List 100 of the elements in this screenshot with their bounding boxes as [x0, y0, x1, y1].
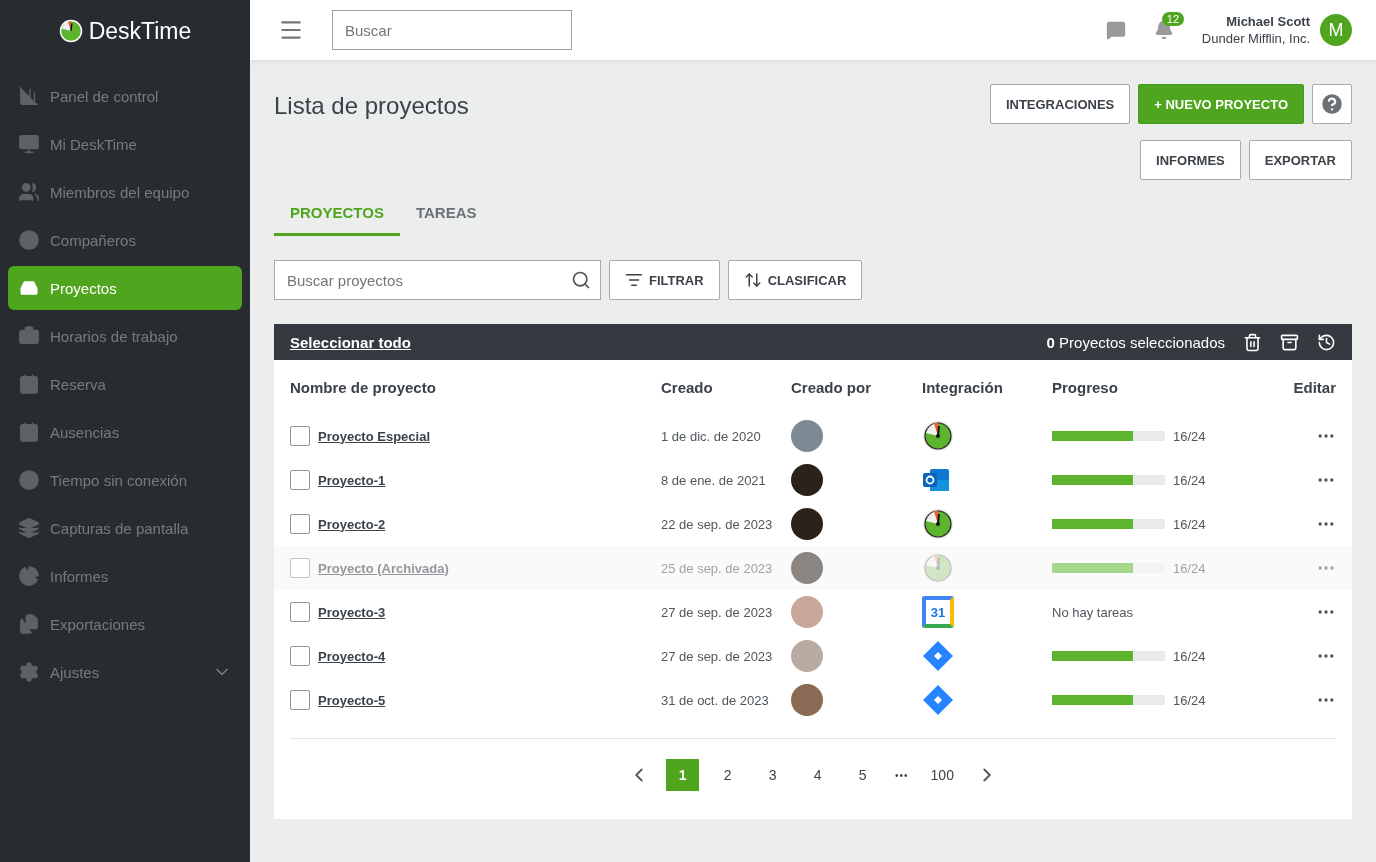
tab[interactable]: PROYECTOS — [274, 192, 400, 236]
project-link[interactable]: Proyecto-5 — [318, 692, 386, 708]
page-button[interactable]: 2 — [711, 759, 745, 791]
selected-count: 0 Proyectos seleccionados — [1046, 333, 1225, 351]
project-link[interactable]: Proyecto-3 — [318, 604, 386, 620]
tab[interactable]: TAREAS — [399, 192, 493, 236]
project-link[interactable]: Proyecto (Archivada) — [318, 560, 449, 576]
toolbar-button[interactable]: EXPORTAR — [1248, 140, 1352, 180]
user-name: Michael Scott — [1226, 13, 1310, 30]
page-button[interactable]: 3 — [756, 759, 790, 791]
archive-icon[interactable] — [1280, 332, 1299, 352]
company-name: Dunder Mifflin, Inc. — [1201, 30, 1310, 47]
notification-count: 12 — [1161, 12, 1185, 26]
sidebar-item[interactable]: Reserva — [8, 362, 242, 406]
project-link[interactable]: Proyecto-2 — [318, 516, 386, 532]
sidebar-item[interactable]: Proyectos — [8, 266, 242, 310]
project-link[interactable]: Proyecto-1 — [318, 472, 386, 488]
progress-count: 16/24 — [1173, 472, 1206, 488]
created-date: 22 de sep. de 2023 — [661, 516, 773, 532]
progress-count: 16/24 — [1173, 516, 1206, 532]
user-avatar[interactable]: M — [1320, 14, 1352, 46]
created-date: 27 de sep. de 2023 — [661, 604, 773, 620]
sort-icon — [743, 271, 762, 289]
history-icon[interactable] — [1317, 332, 1336, 352]
nav-icon — [18, 133, 40, 155]
search-field[interactable]: Buscar — [332, 10, 572, 50]
sort-button[interactable]: CLASIFICAR — [727, 260, 863, 300]
nav-icon — [18, 373, 40, 395]
row-checkbox[interactable] — [290, 470, 310, 490]
sidebar-item[interactable]: Panel de control — [8, 74, 242, 118]
filter-button[interactable]: FILTRAR — [609, 260, 720, 300]
row-checkbox[interactable] — [290, 514, 310, 534]
sidebar-item[interactable]: Ajustes — [8, 650, 242, 694]
nav-icon — [18, 517, 40, 539]
column-header: Integración — [922, 377, 1004, 398]
diamond-icon — [922, 684, 954, 716]
nav-icon — [18, 613, 40, 635]
row-checkbox[interactable] — [290, 602, 310, 622]
integrations-button[interactable]: INTEGRACIONES — [989, 84, 1131, 124]
created-date: 27 de sep. de 2023 — [661, 648, 773, 664]
created-date: 1 de dic. de 2020 — [661, 428, 761, 444]
sidebar-item[interactable]: Horarios de trabajo — [8, 314, 242, 358]
mail-app-icon — [922, 468, 950, 492]
sidebar-item[interactable]: Ausencias — [8, 410, 242, 454]
sidebar-item[interactable]: Exportaciones — [8, 602, 242, 646]
sidebar-item[interactable]: Miembros del equipo — [8, 170, 242, 214]
new-project-button[interactable]: + NUEVO PROYECTO — [1138, 84, 1304, 124]
row-checkbox[interactable] — [290, 690, 310, 710]
page-button[interactable]: 100 — [924, 759, 960, 791]
column-header: Creado — [661, 377, 714, 398]
stopwatch-icon — [922, 552, 954, 584]
nav-icon — [18, 469, 40, 491]
avatar-photo — [791, 596, 823, 628]
stopwatch-icon — [922, 420, 954, 452]
column-header: Editar — [1292, 377, 1336, 398]
row-checkbox[interactable] — [290, 646, 310, 666]
progress-count: 16/24 — [1173, 692, 1206, 708]
nav-icon — [18, 229, 40, 251]
nav-icon — [18, 85, 40, 107]
logo-icon — [58, 19, 83, 43]
more-pages-button[interactable]: ••• — [891, 759, 913, 791]
created-date: 31 de oct. de 2023 — [661, 692, 769, 708]
trash-icon[interactable] — [1243, 332, 1262, 352]
avatar-photo — [791, 552, 823, 584]
progress-count: 16/24 — [1173, 648, 1206, 664]
created-date: 25 de sep. de 2023 — [661, 560, 773, 576]
avatar-photo — [791, 640, 823, 672]
search-icon — [571, 270, 591, 290]
page-button[interactable]: 5 — [846, 759, 880, 791]
diamond-icon — [922, 640, 954, 672]
avatar-photo — [791, 464, 823, 496]
avatar-photo — [791, 508, 823, 540]
nav-icon — [18, 325, 40, 347]
help-button[interactable] — [1312, 84, 1352, 124]
toolbar-button[interactable]: INFORMES — [1140, 140, 1241, 180]
column-header: Nombre de proyecto — [290, 377, 437, 398]
page-button[interactable]: 1 — [666, 759, 700, 791]
filter-icon — [625, 271, 643, 289]
stopwatch-icon — [922, 508, 954, 540]
nav-icon — [18, 661, 40, 683]
sidebar-item[interactable]: Compañeros — [8, 218, 242, 262]
avatar-photo — [791, 684, 823, 716]
project-link[interactable]: Proyecto Especial — [318, 428, 430, 444]
row-checkbox[interactable] — [290, 558, 310, 578]
progress-count: 16/24 — [1173, 428, 1206, 444]
select-all-link[interactable]: Seleccionar todo — [290, 333, 1029, 351]
chat-icon[interactable] — [1105, 20, 1126, 40]
column-header: Progreso — [1052, 377, 1119, 398]
sidebar-item[interactable]: Capturas de pantalla — [8, 506, 242, 550]
sidebar-item[interactable]: Tiempo sin conexión — [8, 458, 242, 502]
column-header: Creado por — [791, 377, 872, 398]
calendar-icon: 31 — [922, 596, 954, 628]
row-checkbox[interactable] — [290, 426, 310, 446]
project-link[interactable]: Proyecto-4 — [318, 648, 386, 664]
project-search-field[interactable]: Buscar proyectos — [274, 260, 601, 300]
page-button[interactable]: 4 — [801, 759, 835, 791]
nav-icon — [18, 565, 40, 587]
sidebar-item[interactable]: Mi DeskTime — [8, 122, 242, 166]
created-date: 8 de ene. de 2021 — [661, 472, 766, 488]
sidebar-item[interactable]: Informes — [8, 554, 242, 598]
